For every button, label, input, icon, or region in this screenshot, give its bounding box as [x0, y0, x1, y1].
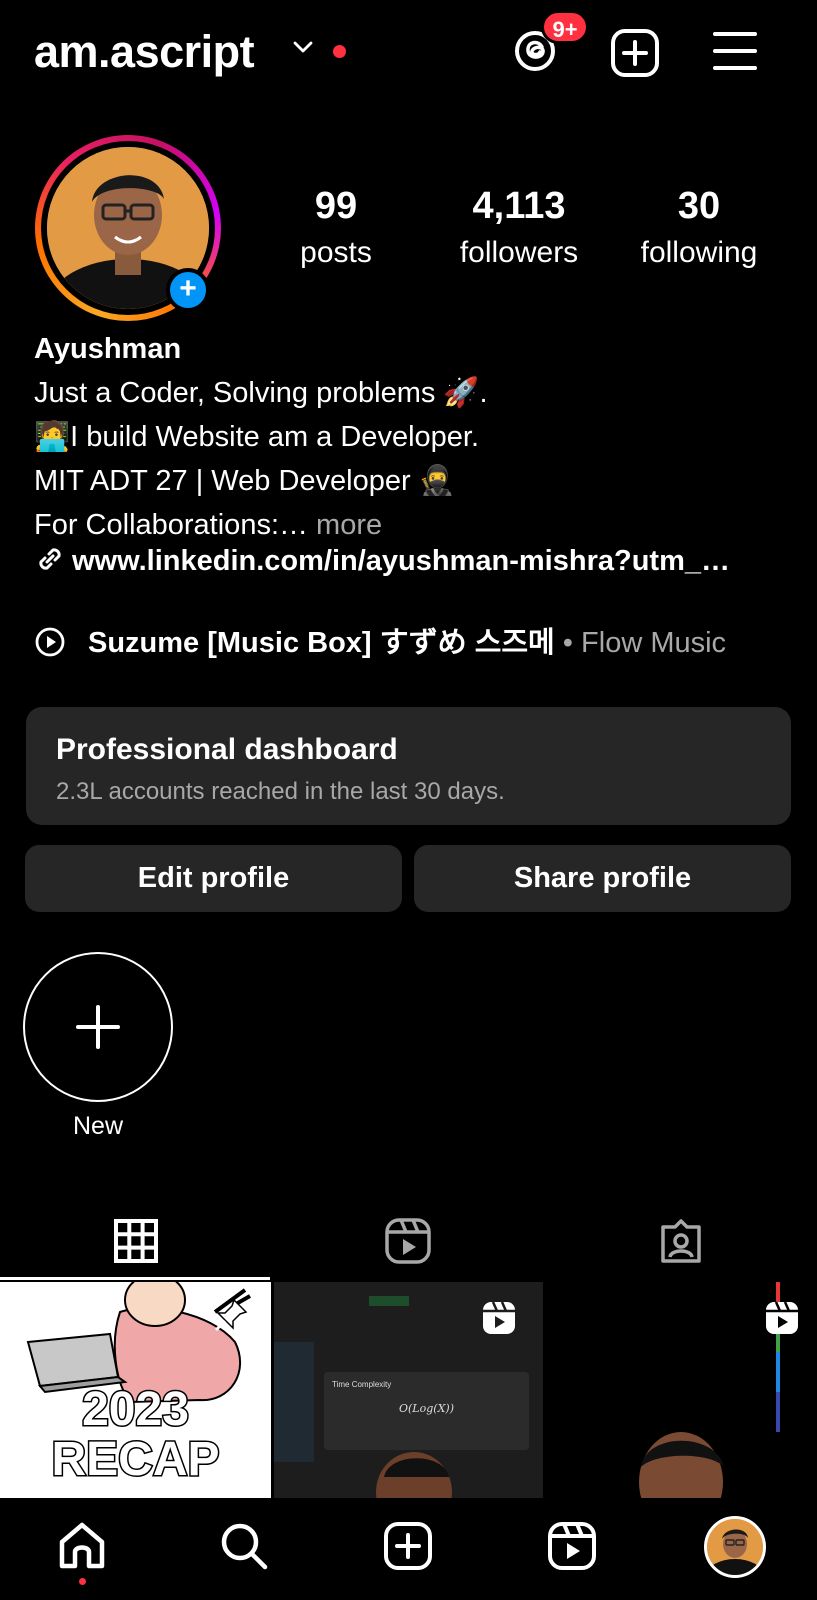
following-label: following [640, 236, 758, 269]
profile-music[interactable]: Suzume [Music Box] すずめ 스즈메 • Flow Music [34, 619, 726, 661]
avatar-mini [707, 1519, 763, 1575]
music-separator: • [554, 627, 582, 659]
create-icon[interactable] [382, 1520, 434, 1572]
following-count: 30 [677, 185, 721, 227]
followers-label: followers [459, 236, 579, 269]
threads-notification-badge: 9+ [541, 10, 589, 44]
profile-link-text: www.linkedin.com/in/ayushman-mishra?utm_… [72, 545, 730, 577]
posts-label: posts [300, 236, 372, 269]
menu-icon[interactable] [712, 30, 758, 72]
profile-content-tabs [0, 1205, 817, 1281]
home-icon[interactable] [56, 1520, 108, 1572]
chevron-down-icon[interactable] [293, 40, 313, 54]
share-profile-button[interactable]: Share profile [414, 845, 791, 912]
top-bar: am.ascript 9+ [0, 0, 817, 104]
bio-line: 🧑‍💻I build Website am a Developer. [34, 421, 480, 453]
posts-count: 99 [314, 185, 358, 227]
reels-nav-icon[interactable] [546, 1520, 598, 1572]
bottom-navigation [0, 1498, 817, 1600]
stat-posts[interactable]: 99 posts [286, 185, 386, 270]
professional-dashboard-card[interactable]: Professional dashboard 2.3L accounts rea… [26, 707, 791, 825]
popup-title: Time Complexity [332, 1380, 392, 1389]
notification-dot [333, 45, 346, 58]
dashboard-title: Professional dashboard [56, 733, 398, 766]
new-highlight-button[interactable] [23, 952, 173, 1102]
music-artist: Flow Music [581, 627, 727, 659]
plus-icon [76, 1005, 120, 1049]
link-icon [39, 548, 61, 570]
recap-year: 2023 [81, 1382, 191, 1438]
search-icon[interactable] [218, 1520, 270, 1572]
profile-avatar-tab[interactable] [704, 1516, 766, 1578]
post-thumbnail[interactable] [546, 1282, 817, 1498]
pin-icon [214, 1298, 248, 1332]
tagged-icon [661, 1219, 701, 1263]
music-title: Suzume [Music Box] すずめ 스즈메 [88, 627, 555, 659]
bio-line: MIT ADT 27 | Web Developer 🥷 [34, 465, 455, 497]
home-notification-dot [79, 1578, 86, 1585]
bio-line: Just a Coder, Solving problems 🚀. [34, 377, 488, 409]
bio-line: For Collaborations:… more [34, 503, 794, 547]
post-thumbnail[interactable]: Time Complexity O(Log(X)) [274, 1282, 543, 1498]
display-name: Ayushman [34, 333, 182, 365]
recap-word: RECAP [50, 1432, 221, 1488]
stat-followers[interactable]: 4,113 followers [444, 185, 594, 270]
profile-link[interactable]: www.linkedin.com/in/ayushman-mishra?utm_… [34, 543, 794, 578]
reels-icon [385, 1218, 431, 1264]
stat-following[interactable]: 30 following [625, 185, 773, 270]
dashboard-subtitle: 2.3L accounts reached in the last 30 day… [56, 778, 505, 805]
active-tab-indicator [0, 1277, 270, 1280]
new-highlight-label: New [72, 1112, 123, 1140]
bio-truncated-line: For Collaborations:… [34, 509, 308, 541]
add-story-button[interactable]: + [166, 268, 210, 312]
posts-grid: 2023 RECAP Time Complexity O(Log(X)) [0, 1282, 817, 1498]
tab-tagged[interactable] [545, 1205, 817, 1277]
followers-count: 4,113 [472, 185, 566, 227]
username-switcher[interactable]: am.ascript [34, 26, 255, 78]
popup-formula: O(Log(X)) [399, 1402, 454, 1415]
tab-reels[interactable] [272, 1205, 544, 1277]
profile-bio: Ayushman Just a Coder, Solving problems … [34, 327, 794, 547]
reel-icon [766, 1301, 798, 1334]
time-complexity-popup: Time Complexity O(Log(X)) [324, 1372, 529, 1450]
play-circle-icon [35, 627, 65, 657]
tab-posts-grid[interactable] [0, 1205, 272, 1277]
edit-profile-button[interactable]: Edit profile [25, 845, 402, 912]
post-thumbnail[interactable]: 2023 RECAP [0, 1282, 271, 1498]
reel-icon [483, 1301, 515, 1334]
grid-icon [114, 1219, 158, 1263]
create-post-icon[interactable] [610, 28, 660, 78]
bio-more-link[interactable]: more [308, 509, 382, 541]
